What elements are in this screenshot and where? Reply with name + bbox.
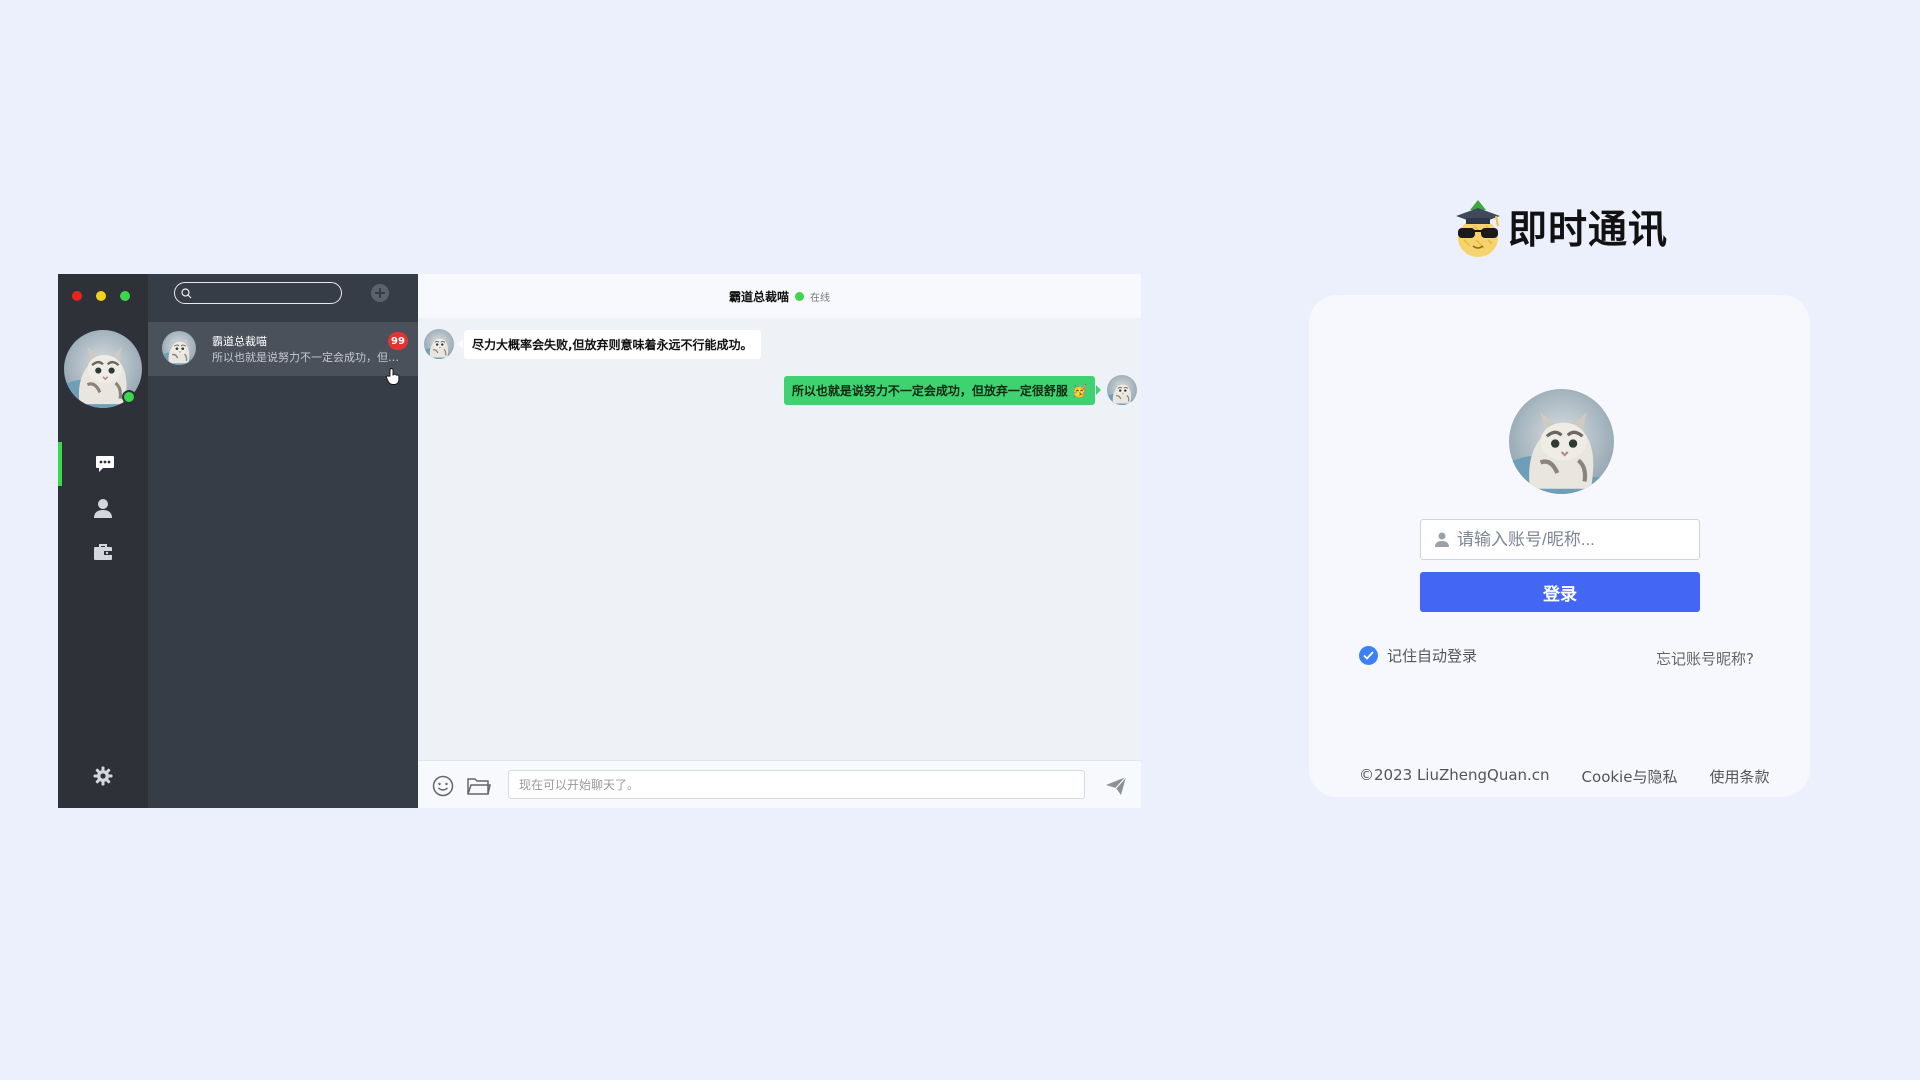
- chat-header: 霸道总裁喵 在线: [418, 274, 1141, 318]
- conversation-list-panel: 霸道总裁喵 所以也就是说努力不一定会成功，但放弃一定很舒服 99: [148, 274, 418, 808]
- window-close-button[interactable]: [72, 291, 82, 301]
- contact-item[interactable]: 霸道总裁喵 所以也就是说努力不一定会成功，但放弃一定很舒服 99: [148, 322, 418, 385]
- message-received: 尽力大概率会失败,但放弃则意味着永远不行能成功。: [424, 329, 761, 359]
- message-composer: [418, 760, 1141, 808]
- login-button[interactable]: 登录: [1420, 572, 1700, 612]
- user-icon: [1435, 532, 1449, 547]
- message-avatar: [1107, 375, 1137, 405]
- smiley-icon: [432, 775, 454, 797]
- send-button[interactable]: [1103, 773, 1129, 799]
- nav-item-contacts[interactable]: [58, 486, 148, 530]
- message-bubble: 所以也就是说努力不一定会成功，但放弃一定很舒服 🥳: [783, 375, 1102, 405]
- contact-name: 霸道总裁喵: [212, 335, 267, 348]
- search-input[interactable]: [196, 284, 336, 302]
- account-input[interactable]: [1457, 529, 1687, 550]
- message-input[interactable]: [508, 770, 1085, 799]
- folder-icon: [467, 778, 491, 795]
- attach-file-button[interactable]: [466, 773, 492, 799]
- add-contact-icon[interactable]: [370, 283, 390, 303]
- brand: 即时通讯: [1452, 196, 1668, 258]
- forgot-account-link[interactable]: 忘记账号昵称?: [1656, 648, 1754, 669]
- app-title: 即时通讯: [1508, 208, 1669, 253]
- user-icon: [94, 499, 112, 518]
- gear-icon: [93, 766, 113, 786]
- message-sent: 所以也就是说努力不一定会成功，但放弃一定很舒服 🥳: [783, 375, 1137, 405]
- terms-link[interactable]: 使用条款: [1709, 766, 1769, 787]
- hand-cursor-icon: [386, 368, 400, 385]
- chat-status-dot: [795, 291, 804, 301]
- checkbox-checked-icon: [1359, 646, 1378, 665]
- search-box[interactable]: [174, 282, 342, 304]
- chat-app-window: 霸道总裁喵 所以也就是说努力不一定会成功，但放弃一定很舒服 99 霸道总裁喵 在…: [58, 274, 1141, 808]
- window-zoom-button[interactable]: [120, 291, 130, 301]
- login-footer: ©2023 LiuZhengQuan.cn Cookie与隐私 使用条款: [1359, 766, 1769, 787]
- login-avatar: [1509, 389, 1614, 494]
- remember-label: 记住自动登录: [1387, 647, 1478, 665]
- message-bubble: 尽力大概率会失败,但放弃则意味着永远不行能成功。: [458, 329, 761, 359]
- remember-login-checkbox[interactable]: 记住自动登录: [1359, 645, 1477, 666]
- briefcase-icon: [94, 544, 112, 560]
- account-field[interactable]: [1420, 519, 1700, 560]
- window-minimize-button[interactable]: [96, 291, 106, 301]
- pineapple-logo-icon: [1456, 200, 1500, 257]
- nav-sidebar: [58, 274, 148, 808]
- chat-status-text: 在线: [810, 292, 830, 304]
- login-card: 登录 记住自动登录 忘记账号昵称? ©2023 LiuZhengQuan.cn …: [1309, 295, 1810, 797]
- message-avatar: [424, 329, 454, 359]
- contact-last-message: 所以也就是说努力不一定会成功，但放弃一定很舒服: [212, 351, 402, 364]
- nav-item-chats[interactable]: [58, 442, 148, 486]
- chat-bubble-icon: [96, 456, 114, 472]
- window-controls: [72, 291, 130, 301]
- cookie-privacy-link[interactable]: Cookie与隐私: [1582, 766, 1678, 787]
- copyright-text: ©2023 LiuZhengQuan.cn: [1359, 766, 1550, 784]
- search-icon: [181, 287, 192, 298]
- contact-avatar: [162, 331, 196, 365]
- unread-badge: 99: [388, 332, 408, 350]
- nav-item-files[interactable]: [58, 530, 148, 574]
- nav-item-settings[interactable]: [58, 754, 148, 798]
- online-status-dot: [122, 390, 136, 404]
- chat-panel: 霸道总裁喵 在线 尽力大概率会失败,但放弃则意味着永远不行能成功。 所以也就是说…: [418, 274, 1141, 808]
- emoji-button[interactable]: [430, 773, 456, 799]
- send-icon: [1106, 776, 1127, 795]
- chat-title: 霸道总裁喵: [728, 289, 789, 304]
